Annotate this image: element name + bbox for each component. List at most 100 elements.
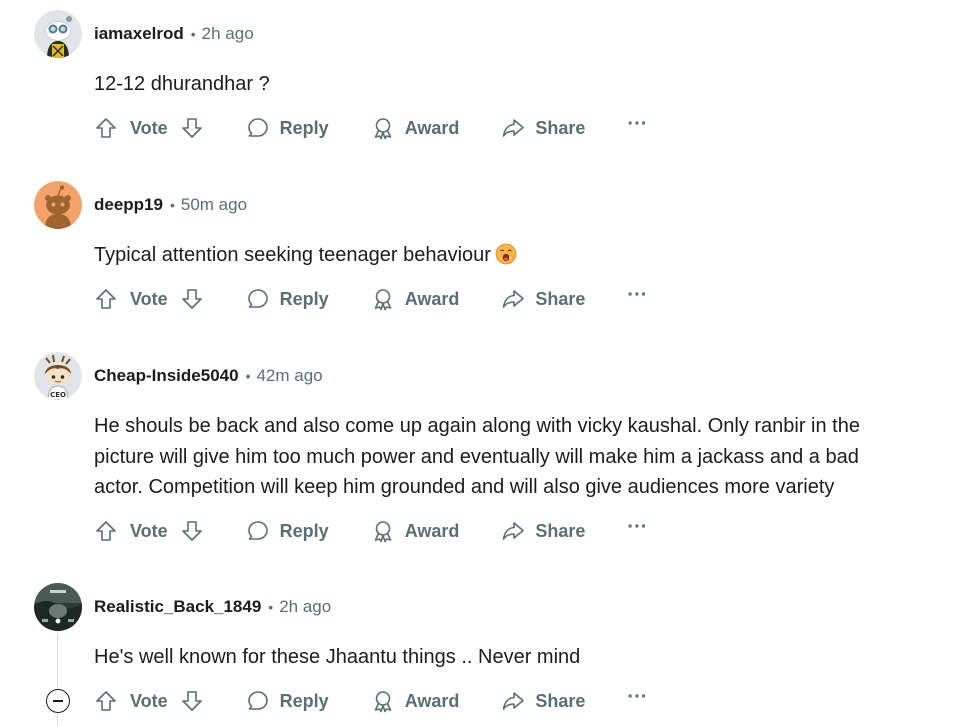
award-label: Award [404,690,460,711]
arrow-up-icon [96,521,116,541]
avatar[interactable] [34,583,82,631]
award-label: Award [404,117,460,138]
arrow-down-icon [181,289,202,309]
snoo-avatar-goggles-icon [34,10,82,58]
share-arrow-icon [503,290,525,308]
award-icon [374,118,392,140]
more-options-button[interactable]: ··· [627,517,647,540]
reply-label: Reply [279,690,329,711]
vote-count: Vote [130,288,168,309]
arrow-down-icon [181,118,202,138]
avatar[interactable] [34,181,82,229]
separator-dot: • [169,197,175,213]
comment-actions: Vote Reply Award Share ··· [94,283,647,315]
share-label: Share [535,288,586,309]
share-label: Share [535,520,586,541]
arrow-up-icon [96,289,116,309]
upvote-button[interactable] [94,689,118,713]
more-options-button[interactable]: ··· [627,114,647,137]
upvote-button[interactable] [94,116,118,140]
comment-meta: iamaxelrod • 2h ago [94,24,254,44]
comment-actions: Vote Reply Award Share ··· [94,685,647,717]
award-button[interactable]: Award [371,689,460,713]
downvote-button[interactable] [180,689,204,713]
downvote-button[interactable] [180,287,204,311]
separator-dot: • [268,599,274,615]
share-label: Share [535,690,586,711]
comment-actions: Vote Reply Award Share ··· [94,515,647,547]
award-label: Award [404,288,460,309]
timestamp[interactable]: 50m ago [181,195,247,215]
comment-text-line: actor. Competition will keep him grounde… [94,476,835,498]
reply-button[interactable]: Reply [246,116,329,140]
speech-bubble-icon [247,691,268,710]
award-icon [374,289,392,311]
share-arrow-icon [503,692,525,710]
reply-label: Reply [279,520,329,541]
yawning-face-emoji-icon [495,243,517,275]
reply-label: Reply [279,117,329,138]
speech-bubble-icon [247,521,268,540]
arrow-down-icon [181,691,202,711]
reply-button[interactable]: Reply [246,689,329,713]
share-label: Share [535,117,586,138]
reply-label: Reply [279,288,329,309]
share-button[interactable]: Share [501,287,585,311]
username[interactable]: iamaxelrod [94,24,184,44]
separator-dot: • [245,368,251,384]
arrow-up-icon [96,118,116,138]
reply-button[interactable]: Reply [246,519,329,543]
award-label: Award [404,520,460,541]
username[interactable]: deepp19 [94,195,163,215]
vote-count: Vote [130,690,168,711]
upvote-button[interactable] [94,287,118,311]
speech-bubble-icon [247,118,268,137]
comment-meta: deepp19 • 50m ago [94,195,247,215]
award-button[interactable]: Award [371,287,460,311]
snoo-avatar-orange-icon [34,181,82,229]
avatar[interactable] [34,10,82,58]
award-icon [374,521,392,543]
collapse-thread-button[interactable] [46,689,70,713]
more-options-button[interactable]: ··· [627,687,647,710]
more-options-button[interactable]: ··· [627,285,647,308]
vote-count: Vote [130,520,168,541]
timestamp[interactable]: 2h ago [279,597,331,617]
award-button[interactable]: Award [371,519,460,543]
arrow-down-icon [181,521,202,541]
photo-avatar-dark-icon [34,583,82,631]
share-button[interactable]: Share [501,519,585,543]
downvote-button[interactable] [180,519,204,543]
username[interactable]: Realistic_Back_1849 [94,597,261,617]
comment-actions: Vote Reply Award Share ··· [94,112,647,144]
arrow-up-icon [96,691,116,711]
timestamp[interactable]: 2h ago [202,24,254,44]
timestamp[interactable]: 42m ago [256,366,322,386]
avatar[interactable]: CEO [34,352,82,400]
downvote-button[interactable] [180,116,204,140]
award-button[interactable]: Award [371,116,460,140]
svg-text:CEO: CEO [50,391,66,399]
reply-button[interactable]: Reply [246,287,329,311]
comment-body: 12-12 dhurandhar ? [94,73,270,95]
share-button[interactable]: Share [501,689,585,713]
snoo-avatar-hair-icon: CEO [34,352,82,400]
username[interactable]: Cheap-Inside5040 [94,366,239,386]
share-button[interactable]: Share [501,116,585,140]
comment-body: Typical attention seeking teenager behav… [94,240,914,275]
comment-text: Typical attention seeking teenager behav… [94,244,491,266]
comment-text-line: picture will give him too much power and… [94,445,859,468]
vote-count: Vote [130,117,168,138]
minus-icon [53,700,63,702]
share-arrow-icon [503,119,525,137]
speech-bubble-icon [247,289,268,308]
thread-line [57,713,58,726]
thread-line [57,634,58,690]
upvote-button[interactable] [94,519,118,543]
comment-meta: Realistic_Back_1849 • 2h ago [94,597,331,617]
share-arrow-icon [503,522,525,540]
award-icon [374,691,392,713]
comment-body: He's well known for these Jhaantu things… [94,646,581,668]
comment-text-line: He shouls be back and also come up again… [94,415,860,437]
comment-meta: Cheap-Inside5040 • 42m ago [94,366,323,386]
